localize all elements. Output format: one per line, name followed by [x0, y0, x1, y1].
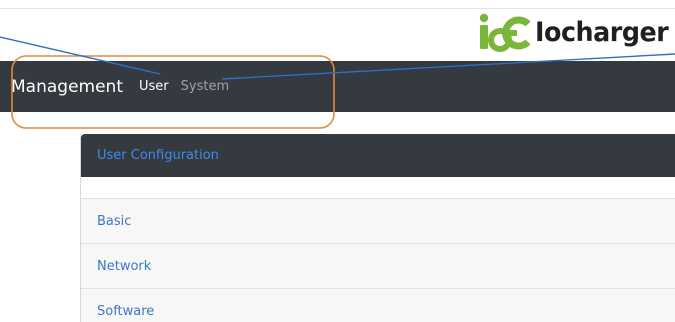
menu-item-basic[interactable]: Basic: [81, 198, 675, 243]
menu-item-network[interactable]: Network: [81, 243, 675, 288]
panel-header-user-configuration[interactable]: User Configuration: [81, 134, 675, 177]
menu-item-software[interactable]: Software: [81, 288, 675, 322]
nav-link-user[interactable]: User: [139, 79, 169, 94]
brand-name: Iocharger: [535, 16, 669, 48]
top-divider: [0, 8, 675, 9]
top-navbar: Management User System: [0, 61, 675, 112]
iocharger-logo-icon: [479, 13, 531, 52]
panel-spacer: [81, 177, 675, 198]
nav-link-system[interactable]: System: [181, 79, 229, 94]
brand-logo: Iocharger: [476, 12, 675, 52]
navbar-title[interactable]: Management: [11, 77, 123, 97]
configuration-panel: User Configuration Basic Network Softwar…: [80, 134, 675, 322]
